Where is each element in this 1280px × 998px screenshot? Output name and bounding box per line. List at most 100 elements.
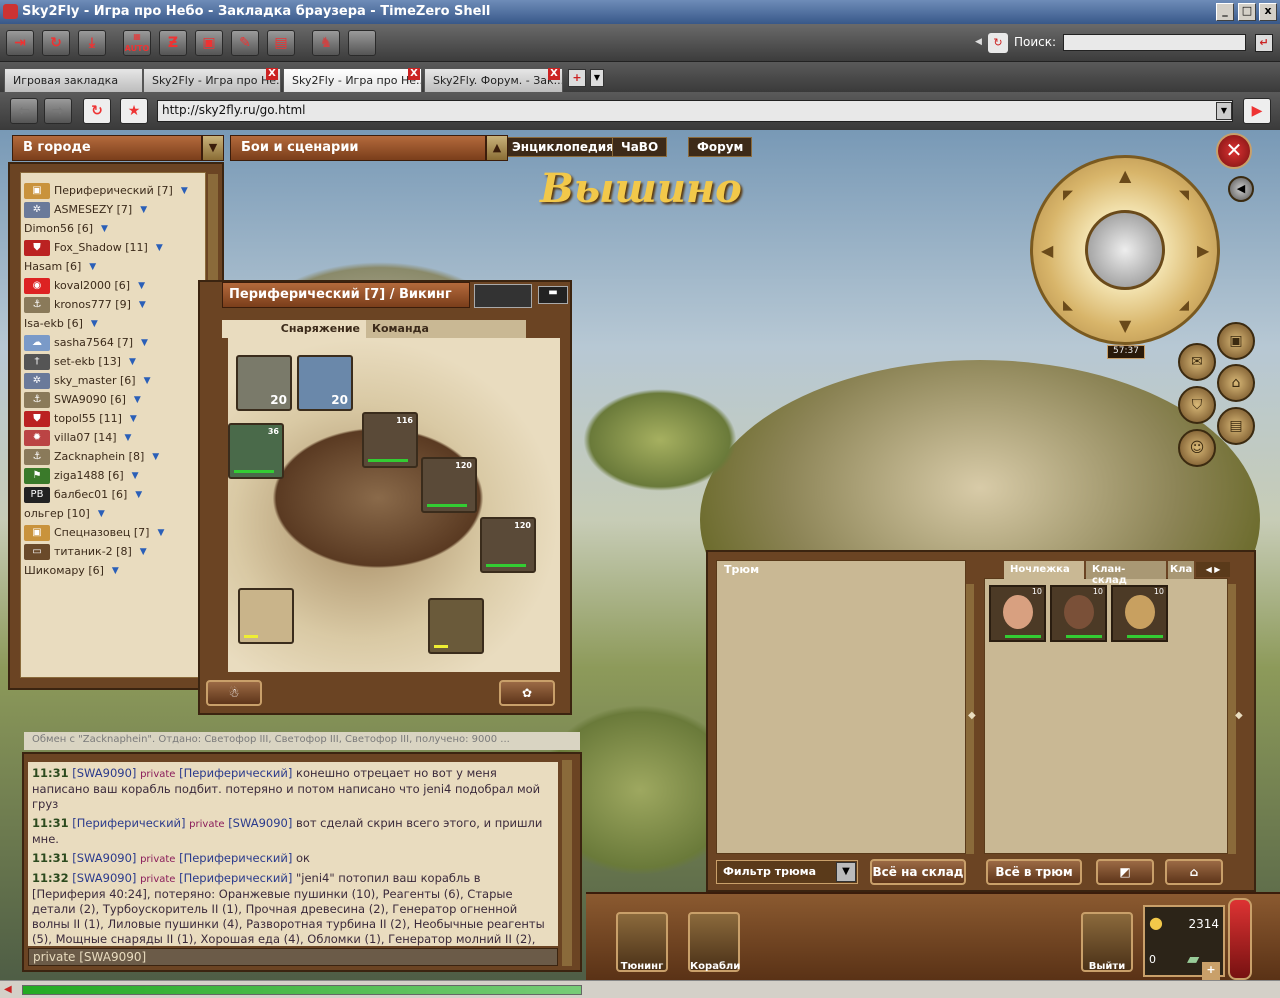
chat-recipient[interactable]: [Периферический] <box>179 851 292 865</box>
player-list-item[interactable]: ⛊ topol55 [11] ▼ <box>24 409 202 428</box>
arrow-e-icon[interactable]: ▶ <box>1197 241 1209 260</box>
collapse-handle-icon[interactable]: ◆ <box>968 710 976 721</box>
tab-team[interactable]: Команда <box>366 320 526 338</box>
player-menu-icon[interactable]: ▼ <box>91 319 98 329</box>
slot-radar[interactable]: 36 <box>228 423 284 479</box>
sound-icon[interactable]: ◀ <box>1228 176 1254 202</box>
player-menu-icon[interactable]: ▼ <box>112 566 119 576</box>
cube-icon[interactable]: ▣ <box>1217 322 1255 360</box>
crew-member[interactable]: 10 <box>1111 585 1168 642</box>
player-menu-icon[interactable]: ▼ <box>139 300 146 310</box>
arrow-w-icon[interactable]: ◀ <box>1041 241 1053 260</box>
exit-button[interactable]: Выйти <box>1081 912 1133 972</box>
tab-list-icon[interactable]: ▼ <box>590 69 604 87</box>
player-menu-icon[interactable]: ▼ <box>98 509 105 519</box>
collapse-handle-icon[interactable]: ◆ <box>1235 710 1243 721</box>
crew-member[interactable]: 10 <box>1050 585 1107 642</box>
player-list-item[interactable]: ⚓ Zacknaphein [8] ▼ <box>24 447 202 466</box>
link-encyclopedia[interactable]: Энциклопедия <box>503 137 623 157</box>
add-currency-icon[interactable]: + <box>1202 962 1220 980</box>
tab-sky2fly-2[interactable]: Sky2Fly - Игра про Не... <box>283 68 422 92</box>
player-list-item[interactable]: ✲ sky_master [6] ▼ <box>24 371 202 390</box>
location-dropdown[interactable]: В городе <box>12 135 202 161</box>
chat-recipient[interactable]: [Периферический] <box>179 766 292 780</box>
player-menu-icon[interactable]: ▼ <box>144 376 151 386</box>
player-list-item[interactable]: Dimon56 [6] ▼ <box>24 219 202 238</box>
chevron-down-icon[interactable]: ▼ <box>836 862 856 882</box>
slot-planks[interactable] <box>238 588 294 644</box>
sort-icon[interactable]: ◩ <box>1096 859 1154 885</box>
slot-capsule[interactable]: 20 <box>297 355 353 411</box>
refresh-icon[interactable]: ↻ <box>42 30 70 56</box>
player-list-item[interactable]: ольгер [10] ▼ <box>24 504 202 523</box>
blank-toolbar-button[interactable] <box>348 30 376 56</box>
chat-sender[interactable]: [Периферический] <box>72 816 185 830</box>
tab-clan[interactable]: Кла <box>1168 561 1194 579</box>
link-forum[interactable]: Форум <box>688 137 753 157</box>
tab-game[interactable]: Игровая закладка <box>4 68 143 92</box>
new-tab-icon[interactable]: + <box>568 69 586 87</box>
address-bar[interactable]: http://sky2fly.ru/go.html <box>157 100 1233 122</box>
player-list-item[interactable]: PB балбес01 [6] ▼ <box>24 485 202 504</box>
crew-member[interactable]: 10 <box>989 585 1046 642</box>
slot-cannon[interactable]: 116 <box>362 412 418 468</box>
home-icon[interactable]: ⌂ <box>1165 859 1223 885</box>
arrow-n-icon[interactable]: ▲ <box>1119 166 1131 185</box>
player-list-item[interactable]: ▭ титаник-2 [8] ▼ <box>24 542 202 561</box>
chat-sender[interactable]: [SWA9090] <box>72 851 136 865</box>
tab-scroll-icon[interactable]: ◀ ▶ <box>1196 562 1230 577</box>
arrow-nw-icon[interactable]: ◤ <box>1063 188 1073 203</box>
chat-scrollbar[interactable] <box>562 760 572 966</box>
player-menu-icon[interactable]: ▼ <box>140 547 147 557</box>
player-list-item[interactable]: Isa-ekb [6] ▼ <box>24 314 202 333</box>
player-menu-icon[interactable]: ▼ <box>89 262 96 272</box>
tab-sky2fly-1[interactable]: Sky2Fly - Игра про Не... <box>143 68 281 92</box>
reload-icon[interactable]: ↻ <box>83 98 111 124</box>
go-icon[interactable]: ▶ <box>1243 98 1271 124</box>
link-faq[interactable]: ЧаВО <box>612 137 668 157</box>
slot-tools[interactable]: 20 <box>236 355 292 411</box>
slot-cannon[interactable]: 120 <box>421 457 477 513</box>
maximize-button[interactable]: □ <box>1238 3 1256 21</box>
close-game-icon[interactable]: ✕ <box>1216 133 1252 169</box>
all-to-hold-button[interactable]: Всё в трюм <box>986 859 1082 885</box>
forward-icon[interactable]: ⇨ <box>44 98 72 124</box>
player-menu-icon[interactable]: ▼ <box>157 528 164 538</box>
minimize-button[interactable]: _ <box>1216 3 1234 21</box>
search-engine-icon[interactable]: ↻ <box>988 33 1008 53</box>
compass-center-icon[interactable] <box>1085 210 1165 290</box>
player-list-item[interactable]: ✲ ASMESEZY [7] ▼ <box>24 200 202 219</box>
player-menu-icon[interactable]: ▼ <box>138 281 145 291</box>
slot-cannon[interactable]: 120 <box>480 517 536 573</box>
player-list-item[interactable]: ▣ Спецназовец [7] ▼ <box>24 523 202 542</box>
favorite-star-icon[interactable]: ★ <box>120 98 148 124</box>
tz-icon[interactable]: Ƶ <box>159 30 187 56</box>
player-menu-icon[interactable]: ▼ <box>132 471 139 481</box>
window-icon[interactable]: ▣ <box>195 30 223 56</box>
player-menu-icon[interactable]: ▼ <box>129 357 136 367</box>
archive-icon[interactable]: ▤ <box>267 30 295 56</box>
player-menu-icon[interactable]: ▼ <box>141 338 148 348</box>
player-list-item[interactable]: ⛊ Fox_Shadow [11] ▼ <box>24 238 202 257</box>
chat-sender[interactable]: [SWA9090] <box>72 766 136 780</box>
player-list-item[interactable]: † set-ekb [13] ▼ <box>24 352 202 371</box>
book-icon[interactable]: ▤ <box>1217 407 1255 445</box>
player-menu-icon[interactable]: ▼ <box>152 452 159 462</box>
ship-view-icon[interactable] <box>474 284 532 308</box>
edit-icon[interactable]: ✎ <box>231 30 259 56</box>
tab-forum[interactable]: Sky2Fly. Форум. - Зак... <box>424 68 563 92</box>
tuning-button[interactable]: Тюнинг <box>616 912 668 972</box>
tab-equipment[interactable]: Снаряжение <box>222 320 366 338</box>
arrow-ne-icon[interactable]: ◥ <box>1179 188 1189 203</box>
login-icon[interactable]: ⇥ <box>6 30 34 56</box>
slot-drill[interactable] <box>428 598 484 654</box>
scroll-icon[interactable]: ⌂ <box>1217 364 1255 402</box>
chat-recipient[interactable]: [SWA9090] <box>228 816 292 830</box>
player-menu-icon[interactable]: ▼ <box>135 490 142 500</box>
player-list-item[interactable]: ⚓ kronos777 [9] ▼ <box>24 295 202 314</box>
battles-dropdown[interactable]: Бои и сценарии <box>230 135 486 161</box>
all-to-storage-button[interactable]: Всё на склад <box>870 859 966 885</box>
crew-icon[interactable]: ✿ <box>499 680 555 706</box>
tab-lodging[interactable]: Ночлежка <box>1004 561 1084 579</box>
arrow-sw-icon[interactable]: ◣ <box>1063 298 1073 313</box>
